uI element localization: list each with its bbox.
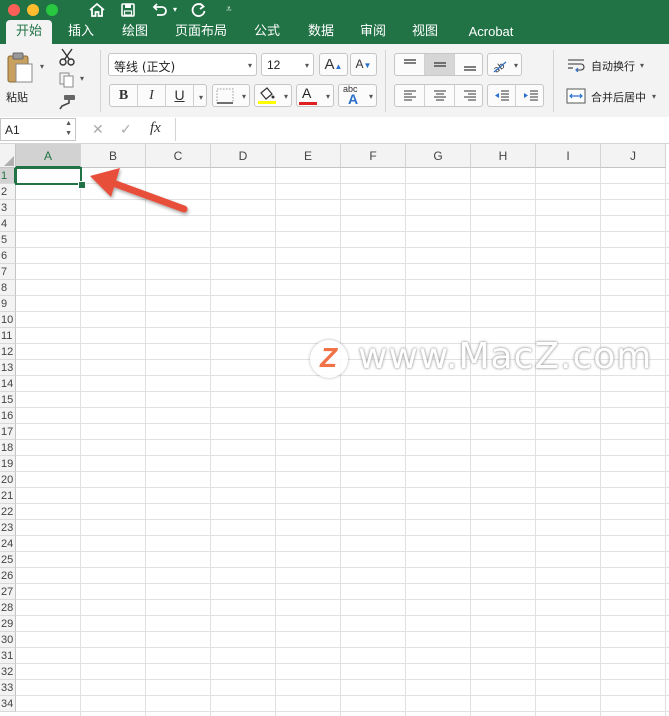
watermark: Z www.MacZ.com [306, 336, 656, 386]
watermark-logo-icon: Z [310, 340, 348, 378]
arrow-shape [90, 168, 188, 213]
watermark-text: www.MacZ.com [358, 336, 653, 377]
